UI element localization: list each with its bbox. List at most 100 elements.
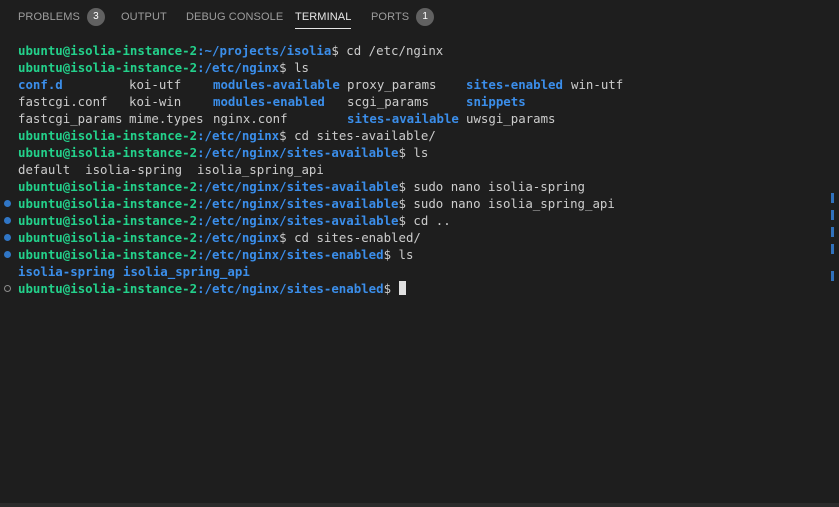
tab-terminal[interactable]: TERMINAL bbox=[295, 0, 352, 34]
prompt-user: ubuntu bbox=[18, 247, 63, 262]
prompt-separator: : bbox=[197, 128, 205, 143]
prompt-host: isolia-instance-2 bbox=[70, 281, 198, 296]
prompt-user: ubuntu bbox=[18, 230, 63, 245]
terminal-line: ubuntu@isolia-instance-2:/etc/nginx/site… bbox=[0, 195, 839, 212]
terminal-line: fastcgi.conf koi-win modules-enabled scgi_p… bbox=[0, 93, 839, 110]
terminal-line: ubuntu@isolia-instance-2:/etc/nginx$ cd … bbox=[0, 127, 839, 144]
prompt-host: isolia-instance-2 bbox=[70, 179, 198, 194]
prompt-host: isolia-instance-2 bbox=[70, 247, 198, 262]
ls-entry: mime.types bbox=[129, 111, 204, 126]
terminal-line: default isolia-spring isolia_spring_api bbox=[0, 161, 839, 178]
scrollbar-marker bbox=[831, 210, 834, 220]
prompt-host: isolia-instance-2 bbox=[70, 230, 198, 245]
prompt-dollar: $ bbox=[383, 281, 392, 296]
tab-terminal-label: TERMINAL bbox=[295, 11, 352, 23]
problems-count-badge: 3 bbox=[86, 8, 105, 26]
scrollbar-marker bbox=[831, 193, 834, 203]
prompt-path: /etc/nginx/sites-available bbox=[204, 213, 399, 228]
prompt-host: isolia-instance-2 bbox=[70, 145, 198, 160]
prompt-separator: : bbox=[197, 196, 205, 211]
ls-entry: sites-enabled bbox=[466, 77, 563, 92]
prompt-separator: : bbox=[197, 145, 205, 160]
status-strip bbox=[0, 503, 839, 507]
prompt-dollar: $ bbox=[398, 145, 406, 160]
prompt-path: /etc/nginx/sites-available bbox=[204, 179, 399, 194]
prompt-host: isolia-instance-2 bbox=[70, 196, 198, 211]
prompt-separator: : bbox=[197, 281, 205, 296]
command-decoration-icon[interactable] bbox=[4, 217, 11, 224]
tab-debug-console-label: DEBUG CONSOLE bbox=[186, 11, 284, 23]
prompt-path: /etc/nginx/sites-enabled bbox=[204, 281, 384, 296]
prompt-dollar: $ bbox=[279, 60, 287, 75]
prompt-host: isolia-instance-2 bbox=[70, 43, 198, 58]
terminal-line: ubuntu@isolia-instance-2:~/projects/isol… bbox=[0, 42, 839, 59]
ls-entry: isolia-spring bbox=[18, 264, 115, 279]
tab-problems[interactable]: PROBLEMS 3 bbox=[18, 0, 105, 34]
command-text: cd .. bbox=[405, 213, 451, 228]
ls-entry: nginx.conf bbox=[213, 111, 288, 126]
tab-output[interactable]: OUTPUT bbox=[121, 0, 167, 34]
output-text: default isolia-spring isolia_spring_api bbox=[18, 162, 324, 177]
prompt-user: ubuntu bbox=[18, 281, 63, 296]
prompt-user: ubuntu bbox=[18, 179, 63, 194]
command-text: cd /etc/nginx bbox=[338, 43, 444, 58]
command-decoration-icon[interactable] bbox=[4, 234, 11, 241]
prompt-path: /etc/nginx bbox=[204, 230, 280, 245]
scrollbar-marker bbox=[831, 271, 834, 281]
prompt-separator: : bbox=[197, 43, 205, 58]
prompt-separator: : bbox=[197, 230, 205, 245]
ls-entry: isolia_spring_api bbox=[123, 264, 250, 279]
panel-tab-bar: PROBLEMS 3 OUTPUT DEBUG CONSOLE TERMINAL… bbox=[0, 0, 839, 34]
ls-entry: modules-available bbox=[213, 77, 340, 92]
command-text: ls bbox=[405, 145, 429, 160]
prompt-dollar: $ bbox=[279, 128, 287, 143]
terminal-line: conf.d koi-utf modules-available proxy_para… bbox=[0, 76, 839, 93]
terminal-output[interactable]: ubuntu@isolia-instance-2:~/projects/isol… bbox=[0, 42, 839, 297]
prompt-dollar: $ bbox=[398, 196, 406, 211]
prompt-path: /etc/nginx/sites-available bbox=[204, 145, 399, 160]
prompt-dollar: $ bbox=[398, 213, 406, 228]
prompt-dollar: $ bbox=[383, 247, 392, 262]
command-text: cd sites-available/ bbox=[286, 128, 436, 143]
terminal-line: ubuntu@isolia-instance-2:/etc/nginx/site… bbox=[0, 246, 839, 263]
ls-entry: conf.d bbox=[18, 77, 63, 92]
prompt-user: ubuntu bbox=[18, 196, 63, 211]
prompt-path: /etc/nginx bbox=[204, 60, 280, 75]
ls-entry: uwsgi_params bbox=[466, 111, 556, 126]
ls-entry: modules-enabled bbox=[213, 94, 325, 109]
prompt-path: /etc/nginx/sites-available bbox=[204, 196, 399, 211]
tab-debug-console[interactable]: DEBUG CONSOLE bbox=[186, 0, 283, 34]
prompt-host: isolia-instance-2 bbox=[70, 60, 198, 75]
prompt-separator: : bbox=[197, 60, 205, 75]
ls-entry: scgi_params bbox=[347, 94, 430, 109]
prompt-dollar: $ bbox=[331, 43, 339, 58]
terminal-line: fastcgi_params mime.types nginx.conf sites-… bbox=[0, 110, 839, 127]
tab-ports[interactable]: PORTS 1 bbox=[371, 0, 435, 34]
terminal-cursor bbox=[398, 281, 406, 295]
terminal-line: ubuntu@isolia-instance-2:/etc/nginx/site… bbox=[0, 144, 839, 161]
command-text: ls bbox=[286, 60, 309, 75]
prompt-path: /etc/nginx bbox=[204, 128, 280, 143]
prompt-path: ~/projects/isolia bbox=[204, 43, 332, 58]
command-decoration-icon[interactable] bbox=[4, 285, 11, 292]
ls-entry: koi-win bbox=[129, 94, 182, 109]
ls-entry: win-utf bbox=[571, 77, 624, 92]
ls-entry: sites-available bbox=[347, 111, 459, 126]
prompt-separator: : bbox=[197, 213, 205, 228]
ls-entry: koi-utf bbox=[129, 77, 182, 92]
prompt-dollar: $ bbox=[279, 230, 287, 245]
prompt-host: isolia-instance-2 bbox=[70, 128, 198, 143]
command-text: sudo nano isolia_spring_api bbox=[405, 196, 615, 211]
terminal-line: ubuntu@isolia-instance-2:/etc/nginx/site… bbox=[0, 212, 839, 229]
command-decoration-icon[interactable] bbox=[4, 200, 11, 207]
command-decoration-icon[interactable] bbox=[4, 251, 11, 258]
terminal-line: ubuntu@isolia-instance-2:/etc/nginx/site… bbox=[0, 178, 839, 195]
ls-entry: proxy_params bbox=[347, 77, 437, 92]
prompt-path: /etc/nginx/sites-enabled bbox=[204, 247, 384, 262]
scrollbar-marker bbox=[831, 244, 834, 254]
command-text: cd sites-enabled/ bbox=[286, 230, 421, 245]
ls-entry: fastcgi_params bbox=[18, 111, 123, 126]
tab-problems-label: PROBLEMS bbox=[18, 11, 80, 23]
command-text bbox=[391, 281, 398, 296]
prompt-user: ubuntu bbox=[18, 128, 63, 143]
